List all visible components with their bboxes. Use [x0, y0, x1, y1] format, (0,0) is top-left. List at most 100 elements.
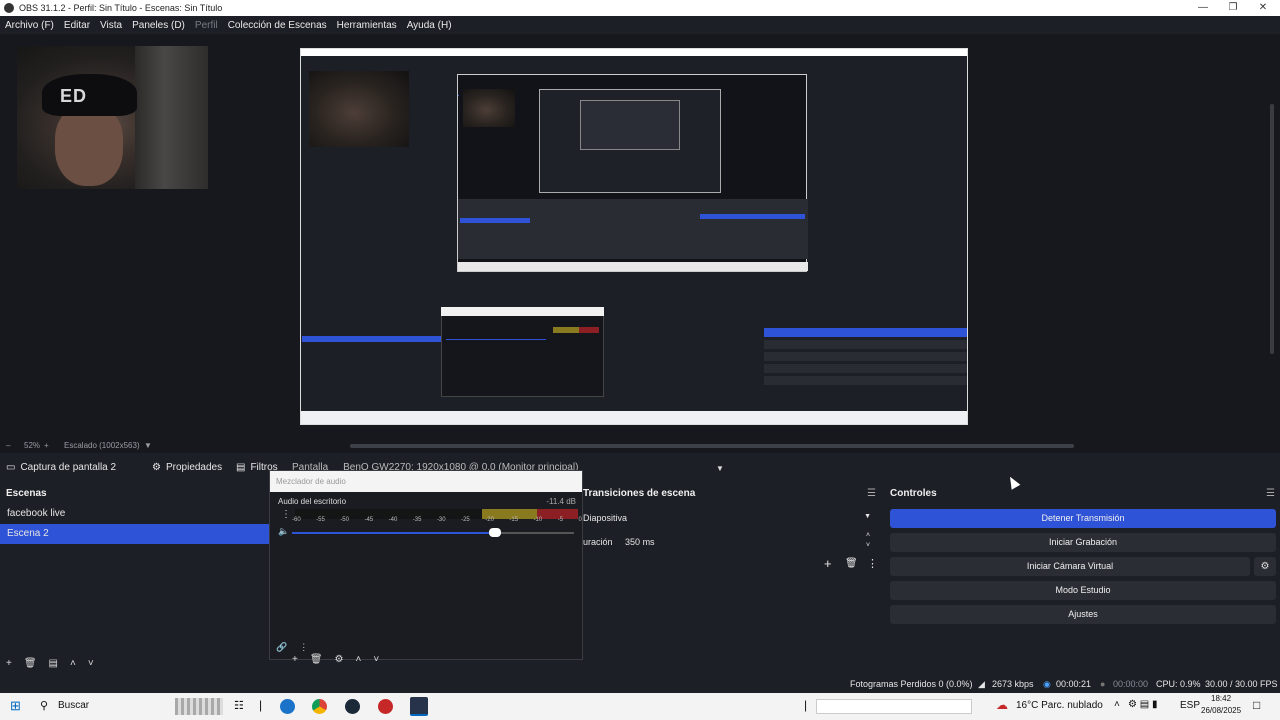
add-source-icon[interactable]: +	[292, 654, 298, 665]
scene-filters-icon[interactable]: ▤	[49, 658, 58, 669]
mixer-title: Mezclador de audio	[270, 471, 582, 492]
properties-button[interactable]: ⚙ Propiedades	[152, 462, 222, 473]
nested-source-bar	[301, 301, 967, 313]
mixer-tick-label: -40	[388, 517, 398, 523]
controls-title: Controles ☰	[884, 486, 1280, 502]
add-transition-icon[interactable]: +	[824, 556, 832, 571]
task-view-icon[interactable]: ☷	[234, 699, 244, 712]
nested-docks	[458, 199, 808, 259]
zoom-level[interactable]: 52%	[24, 441, 40, 450]
minimize-icon[interactable]: —	[1188, 0, 1218, 16]
mixer-tick-label: -50	[340, 517, 349, 523]
studio-mode-button[interactable]: Modo Estudio	[890, 581, 1276, 600]
obs-logo-icon	[4, 3, 14, 13]
volume-slider-handle[interactable]	[489, 528, 501, 537]
source-up-icon[interactable]: ˄	[356, 654, 362, 665]
language[interactable]: ESP	[1180, 700, 1200, 711]
tray-icons[interactable]: ⚙ ▤ ▮	[1128, 699, 1157, 710]
mixer-tick-label: -15	[509, 517, 519, 523]
start-recording-button[interactable]: Iniciar Grabación	[890, 533, 1276, 552]
clock-time[interactable]: 18:42	[1211, 694, 1231, 703]
edge-icon[interactable]	[280, 699, 295, 714]
scenes-title: Escenas	[6, 488, 47, 499]
weather-icon: ☁	[996, 698, 1008, 712]
settings-button[interactable]: Ajustes	[890, 605, 1276, 624]
webcam-hat: ED	[42, 74, 137, 116]
monitor-icon: ▭	[6, 462, 16, 473]
zoom-minus-icon[interactable]: –	[6, 441, 10, 450]
webcam-source[interactable]: ED	[17, 46, 208, 189]
preview-canvas[interactable]: ED	[0, 34, 1280, 440]
preview-vertical-scrollbar[interactable]	[1270, 104, 1274, 354]
search-icon[interactable]: ⚲	[40, 699, 48, 712]
mixer-tick-label: -45	[364, 517, 374, 523]
scene-item-escena-2[interactable]: Escena 2	[0, 524, 269, 544]
chrome-icon[interactable]	[312, 699, 327, 714]
steam-icon[interactable]	[345, 699, 360, 714]
stream-icon: ◉	[1043, 679, 1051, 689]
controls-menu-icon[interactable]: ☰	[1266, 486, 1275, 502]
menu-archivo[interactable]: Archivo (F)	[5, 20, 54, 31]
restore-icon[interactable]: ❐	[1218, 0, 1248, 16]
screen-capture-source[interactable]	[300, 48, 968, 425]
transitions-menu-icon[interactable]: ☰	[867, 486, 876, 502]
display-dropdown-icon[interactable]: ▼	[716, 464, 724, 473]
delete-scene-icon[interactable]: 🗑	[24, 658, 37, 669]
source-properties-icon[interactable]: ⚙	[335, 654, 344, 665]
virtual-camera-settings-icon[interactable]: ⚙	[1254, 557, 1276, 576]
nested-stop-transmission	[764, 328, 967, 337]
notifications-icon[interactable]: □	[1253, 698, 1260, 712]
duration-value[interactable]: 350 ms	[625, 537, 655, 547]
status-bar: Fotogramas Perdidos 0 (0.0%) ◢ 2673 kbps…	[0, 675, 1280, 693]
menu-editar[interactable]: Editar	[64, 20, 90, 31]
mixer-channel-menu-icon[interactable]: ⋮	[281, 509, 291, 520]
stream-time: 00:00:21	[1056, 679, 1092, 689]
preview-horizontal-scrollbar[interactable]	[350, 444, 1074, 448]
move-down-icon[interactable]: ˅	[88, 658, 94, 669]
move-up-icon[interactable]: ˄	[70, 658, 76, 669]
delete-transition-icon[interactable]: 🗑	[845, 558, 858, 569]
menu-ayuda[interactable]: Ayuda (H)	[407, 20, 452, 31]
scale-dropdown-icon[interactable]: ▼	[144, 441, 152, 450]
menu-perfil[interactable]: Perfil	[195, 20, 218, 31]
window-title: OBS 31.1.2 - Perfil: Sin Título - Escena…	[19, 3, 223, 13]
nested-volume-slider	[446, 339, 546, 340]
duration-up-icon[interactable]: ˄	[866, 532, 870, 539]
delete-source-icon[interactable]: 🗑	[310, 654, 323, 665]
menu-herramientas[interactable]: Herramientas	[337, 20, 397, 31]
webcam-background	[135, 46, 208, 189]
obs-taskbar-icon[interactable]	[410, 697, 428, 716]
mixer-toolbar: 🔗 ⋮	[276, 642, 308, 653]
source-name: ▭ Captura de pantalla 2	[6, 462, 116, 473]
transition-type-select[interactable]: Diapositiva ▼	[583, 513, 877, 529]
menu-vista[interactable]: Vista	[100, 20, 122, 31]
app-icon[interactable]	[378, 699, 393, 714]
volume-slider-fill[interactable]	[292, 532, 495, 534]
zoom-plus-icon[interactable]: +	[44, 441, 49, 450]
nested-control-1	[764, 340, 967, 349]
scene-item-facebook-live[interactable]: facebook live	[0, 504, 269, 524]
taskbar-search[interactable]: Buscar	[58, 700, 89, 711]
tray-chevron-icon[interactable]: ˄	[1114, 699, 1120, 710]
clock-date[interactable]: 26/08/2025	[1201, 706, 1241, 715]
weather[interactable]: 16°C Parc. nublado	[1016, 700, 1103, 711]
taskbar-divider-icon: |	[804, 698, 808, 712]
volume-slider-track[interactable]	[495, 532, 574, 534]
windows-start-icon[interactable]: ⊞	[10, 698, 21, 714]
menu-paneles[interactable]: Paneles (D)	[132, 20, 185, 31]
taskbar-toolbar-input[interactable]	[816, 699, 972, 714]
add-scene-icon[interactable]: +	[6, 658, 12, 669]
properties-label: Propiedades	[165, 462, 223, 473]
menu-coleccion-escenas[interactable]: Colección de Escenas	[228, 20, 327, 31]
mixer-more-icon[interactable]: ⋮	[299, 642, 308, 653]
nested-preview-2	[539, 89, 721, 193]
stop-streaming-button[interactable]: Detener Transmisión	[890, 509, 1276, 528]
close-icon[interactable]: ✕	[1248, 0, 1278, 16]
mixer-link-icon[interactable]: 🔗	[276, 642, 287, 653]
transition-more-icon[interactable]: ⋮	[867, 557, 878, 570]
speaker-icon[interactable]: 🔈	[278, 526, 289, 537]
start-virtual-camera-button[interactable]: Iniciar Cámara Virtual	[890, 557, 1250, 576]
duration-down-icon[interactable]: ˅	[866, 542, 870, 549]
network-icon: ◢	[978, 679, 985, 689]
source-down-icon[interactable]: ˅	[373, 654, 379, 665]
